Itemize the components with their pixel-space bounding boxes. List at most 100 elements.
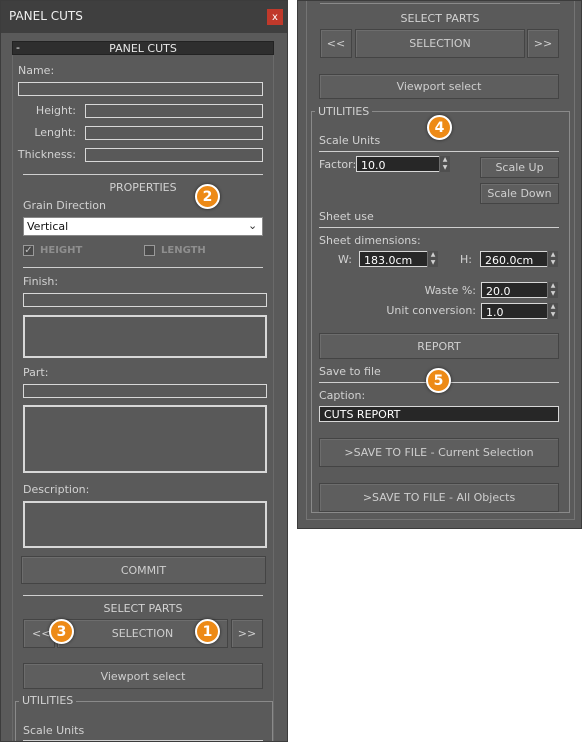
sheet-height-field[interactable]: 260.0cm [480, 251, 548, 267]
close-button[interactable]: x [267, 9, 283, 25]
save-current-selection-label: >SAVE TO FILE - Current Selection [344, 446, 534, 459]
sheet-width-field[interactable]: 183.0cm [359, 251, 428, 267]
unit-conversion-spinner[interactable]: ▲ ▼ [547, 303, 558, 319]
divider [319, 151, 559, 152]
factor-spinner[interactable]: ▲ ▼ [439, 156, 450, 172]
prev-button[interactable]: << [320, 29, 352, 58]
prev-button-label: << [326, 37, 346, 50]
next-button[interactable]: >> [231, 619, 263, 648]
window-title: PANEL CUTS [9, 9, 83, 23]
save-to-file-label: Save to file [319, 365, 381, 378]
part-notes-area[interactable] [23, 405, 267, 473]
next-button[interactable]: >> [527, 29, 559, 58]
callout-badge-3: 3 [49, 619, 74, 644]
utilities-panel: SELECT PARTS << SELECTION >> Viewport se… [297, 0, 582, 529]
rollout-title: PANEL CUTS [109, 42, 177, 55]
thickness-label: Thickness: [17, 148, 76, 161]
description-label: Description: [23, 483, 90, 496]
utilities-title: UTILITIES [315, 105, 373, 118]
select-parts-header: SELECT PARTS [103, 602, 183, 615]
properties-header: PROPERTIES [109, 181, 177, 194]
factor-field[interactable]: 10.0 [356, 156, 440, 172]
sheet-width-spinner[interactable]: ▲ ▼ [427, 251, 438, 267]
name-field[interactable] [18, 82, 263, 96]
report-button-label: REPORT [417, 339, 461, 353]
selection-button-label: SELECTION [409, 37, 471, 50]
factor-label: Factor: [319, 158, 357, 171]
height-label: H: [460, 253, 472, 266]
finish-notes-area[interactable] [23, 315, 267, 358]
spinner-down-icon: ▼ [430, 259, 436, 266]
length-checkbox-label: LENGTH [161, 245, 206, 256]
commit-button[interactable]: COMMIT [21, 556, 266, 584]
scale-units-label: Scale Units [319, 134, 381, 147]
save-all-objects-label: >SAVE TO FILE - All Objects [362, 491, 516, 504]
caption-label: Caption: [319, 389, 366, 402]
divider [23, 267, 263, 268]
selection-button-label: SELECTION [111, 627, 174, 640]
viewport-select-label: Viewport select [396, 80, 482, 93]
caption-field[interactable]: CUTS REPORT [319, 406, 559, 422]
scale-down-button[interactable]: Scale Down [480, 183, 559, 204]
sheet-dimensions-label: Sheet dimensions: [319, 234, 421, 247]
spinner-up-icon: ▲ [430, 251, 436, 258]
height-checkbox[interactable]: ✓ [23, 245, 34, 256]
sheet-use-label: Sheet use [319, 210, 374, 223]
length-label: Lenght: [34, 126, 76, 139]
waste-spinner[interactable]: ▲ ▼ [547, 282, 558, 298]
unit-conversion-label: Unit conversion: [386, 304, 476, 317]
next-button-label: >> [533, 37, 553, 50]
report-button[interactable]: REPORT [319, 333, 559, 359]
viewport-select-button[interactable]: Viewport select [23, 663, 263, 689]
spinner-up-icon: ▲ [442, 156, 448, 163]
save-all-objects-button[interactable]: >SAVE TO FILE - All Objects [319, 483, 559, 512]
width-label: W: [338, 253, 352, 266]
length-field[interactable] [85, 126, 263, 140]
utilities-title: UTILITIES [19, 694, 77, 707]
finish-label: Finish: [23, 275, 59, 288]
part-label: Part: [23, 366, 49, 379]
description-area[interactable] [23, 501, 267, 548]
unit-conversion-field[interactable]: 1.0 [481, 303, 548, 319]
select-parts-header: SELECT PARTS [400, 12, 480, 25]
spinner-down-icon: ▼ [442, 164, 448, 171]
next-button-label: >> [237, 627, 257, 640]
scale-up-button[interactable]: Scale Up [480, 157, 559, 178]
spinner-up-icon: ▲ [550, 282, 556, 289]
chevron-down-icon: ⌄ [248, 219, 258, 232]
callout-badge-4: 4 [427, 115, 452, 140]
spinner-up-icon: ▲ [550, 251, 556, 258]
rollout-header[interactable]: - PANEL CUTS [12, 41, 274, 55]
window-titlebar: PANEL CUTS x [1, 1, 287, 33]
save-current-selection-button[interactable]: >SAVE TO FILE - Current Selection [319, 438, 559, 467]
length-checkbox[interactable] [144, 245, 155, 256]
prev-button-label: << [32, 627, 51, 640]
waste-field[interactable]: 20.0 [481, 282, 548, 298]
scale-up-label: Scale Up [495, 161, 544, 174]
sheet-height-spinner[interactable]: ▲ ▼ [547, 251, 558, 267]
spinner-up-icon: ▲ [550, 303, 556, 310]
grain-direction-select[interactable]: Vertical ⌄ [23, 217, 263, 236]
grain-direction-label: Grain Direction [23, 199, 107, 212]
close-icon: x [272, 11, 278, 23]
height-checkbox-label: HEIGHT [40, 245, 83, 256]
finish-field[interactable] [23, 293, 267, 307]
selection-button[interactable]: SELECTION [355, 29, 525, 58]
callout-badge-1: 1 [195, 619, 220, 644]
callout-badge-2: 2 [195, 184, 220, 209]
spinner-down-icon: ▼ [550, 259, 556, 266]
height-label: Height: [35, 104, 76, 117]
commit-button-label: COMMIT [120, 563, 167, 577]
spinner-down-icon: ▼ [550, 311, 556, 318]
panel-cuts-window: PANEL CUTS x - PANEL CUTS Name: Height: … [0, 0, 288, 742]
thickness-field[interactable] [85, 148, 263, 162]
viewport-select-button[interactable]: Viewport select [319, 74, 559, 99]
divider [319, 227, 559, 228]
grain-direction-value: Vertical [27, 220, 69, 233]
height-field[interactable] [85, 104, 263, 118]
part-field[interactable] [23, 384, 267, 398]
divider [320, 3, 560, 4]
callout-badge-5: 5 [426, 368, 451, 393]
scale-units-label: Scale Units [23, 724, 85, 737]
spinner-down-icon: ▼ [550, 290, 556, 297]
